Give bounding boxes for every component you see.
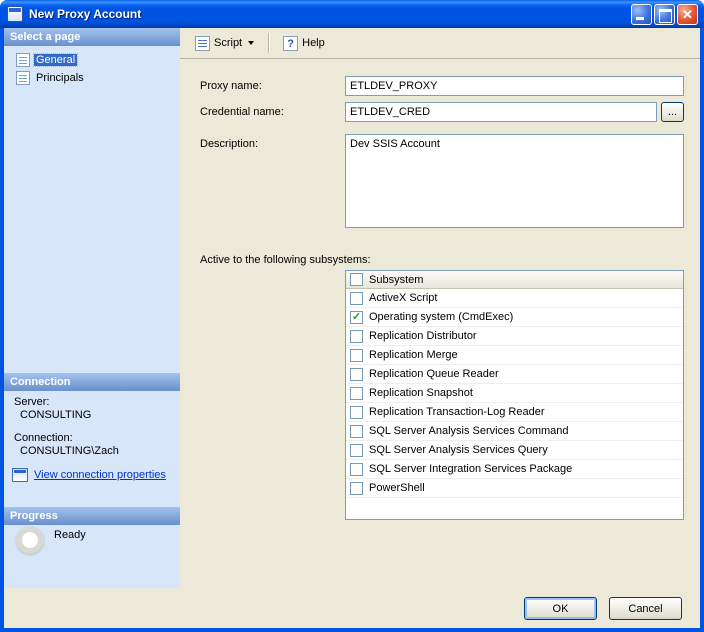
page-list: General Principals [8, 52, 178, 88]
toolbar: Script Help [180, 28, 700, 59]
subsystem-label: Replication Snapshot [369, 387, 473, 399]
proxy-name-label: Proxy name: [200, 80, 262, 92]
sidebar-item-label: General [32, 53, 79, 67]
subsystem-label: SQL Server Analysis Services Query [369, 444, 548, 456]
server-label: Server: [14, 396, 50, 408]
subsystems-grid-header: Subsystem [346, 271, 683, 289]
sidebar-item-general[interactable]: General [8, 52, 178, 68]
subsystem-list: ActiveX Script ✓ Operating system (CmdExec… [346, 289, 683, 498]
subsystem-label: PowerShell [369, 482, 425, 494]
main-panel: Script Help Proxy name: Credential name:… [180, 28, 700, 588]
subsystem-label: Replication Queue Reader [369, 368, 499, 380]
subsystems-label: Active to the following subsystems: [200, 254, 371, 266]
subsystem-checkbox[interactable] [350, 443, 363, 457]
cancel-button[interactable]: Cancel [609, 597, 682, 620]
script-button-label: Script [214, 37, 243, 49]
table-row[interactable]: Replication Merge [346, 346, 683, 365]
window-title: New Proxy Account [29, 7, 142, 21]
help-icon [283, 35, 299, 51]
progress-header: Progress [4, 507, 180, 525]
subsystem-checkbox[interactable] [350, 367, 363, 381]
table-row[interactable]: Replication Snapshot [346, 384, 683, 403]
progress-status: Ready [54, 529, 86, 541]
toolbar-separator [268, 33, 270, 53]
server-value: CONSULTING [20, 409, 92, 421]
table-row[interactable]: ✓ Operating system (CmdExec) [346, 308, 683, 327]
window-border-right [700, 28, 704, 632]
table-row[interactable]: ActiveX Script [346, 289, 683, 308]
chevron-down-icon[interactable] [248, 41, 255, 45]
subsystem-checkbox[interactable] [350, 386, 363, 400]
table-row[interactable]: SQL Server Analysis Services Query [346, 441, 683, 460]
description-input[interactable]: Dev SSIS Account [345, 134, 684, 228]
subsystem-checkbox[interactable] [350, 481, 363, 495]
subsystems-grid: Subsystem ActiveX Script ✓ Operating syste… [345, 270, 684, 520]
credential-browse-button[interactable]: ... [661, 102, 684, 122]
footer: OK Cancel [4, 588, 700, 628]
sidebar-item-label: Principals [36, 72, 84, 84]
new-proxy-account-dialog: New Proxy Account ✕ Select a page Genera… [0, 0, 704, 632]
proxy-name-input[interactable] [345, 76, 684, 96]
help-button-label: Help [302, 37, 325, 49]
subsystem-label: Operating system (CmdExec) [369, 311, 514, 323]
progress-status-row: Ready [16, 526, 86, 554]
script-icon [195, 35, 210, 51]
table-row[interactable]: Replication Distributor [346, 327, 683, 346]
subsystem-label: SQL Server Analysis Services Command [369, 425, 569, 437]
table-row[interactable]: PowerShell [346, 479, 683, 498]
subsystem-checkbox[interactable] [350, 424, 363, 438]
close-button[interactable]: ✕ [677, 3, 698, 25]
progress-ready-icon [16, 526, 44, 554]
subsystem-label: Replication Transaction-Log Reader [369, 406, 545, 418]
page-icon [16, 53, 30, 67]
description-label: Description: [200, 138, 259, 150]
subsystem-checkbox[interactable]: ✓ [350, 310, 363, 324]
connection-header: Connection [4, 373, 180, 391]
script-button[interactable]: Script [188, 31, 261, 55]
subsystem-label: Replication Distributor [369, 330, 477, 342]
table-row[interactable]: Replication Queue Reader [346, 365, 683, 384]
ok-button[interactable]: OK [524, 597, 597, 620]
page-icon [16, 71, 30, 85]
window-icon [7, 6, 23, 22]
subsystem-checkbox[interactable] [350, 348, 363, 362]
table-row[interactable]: SQL Server Integration Services Package [346, 460, 683, 479]
connection-value: CONSULTING\Zach [20, 445, 119, 457]
subsystem-label: SQL Server Integration Services Package [369, 463, 573, 475]
select-all-checkbox[interactable] [350, 273, 363, 286]
subsystem-label: ActiveX Script [369, 292, 438, 304]
credential-name-label: Credential name: [200, 106, 284, 118]
connection-properties-icon [12, 468, 28, 482]
maximize-button[interactable] [654, 3, 675, 25]
view-connection-properties-link[interactable]: View connection properties [34, 469, 166, 481]
sidebar: Select a page General Principals Connecti… [4, 28, 180, 588]
view-connection-properties-row: View connection properties [12, 468, 166, 482]
credential-name-input[interactable] [345, 102, 657, 122]
connection-label: Connection: [14, 432, 73, 444]
subsystem-column-header: Subsystem [369, 273, 424, 286]
subsystem-label: Replication Merge [369, 349, 458, 361]
help-button[interactable]: Help [276, 31, 332, 55]
sidebar-item-principals[interactable]: Principals [8, 70, 178, 86]
subsystem-checkbox[interactable] [350, 291, 363, 305]
select-a-page-header: Select a page [4, 28, 180, 46]
table-row[interactable]: SQL Server Analysis Services Command [346, 422, 683, 441]
title-bar: New Proxy Account ✕ [0, 0, 704, 28]
window-controls: ✕ [631, 3, 698, 25]
subsystem-checkbox[interactable] [350, 405, 363, 419]
minimize-button[interactable] [631, 3, 652, 25]
dialog-content: Select a page General Principals Connecti… [4, 28, 700, 628]
subsystem-checkbox[interactable] [350, 329, 363, 343]
window-border-bottom [0, 628, 704, 632]
subsystem-checkbox[interactable] [350, 462, 363, 476]
table-row[interactable]: Replication Transaction-Log Reader [346, 403, 683, 422]
